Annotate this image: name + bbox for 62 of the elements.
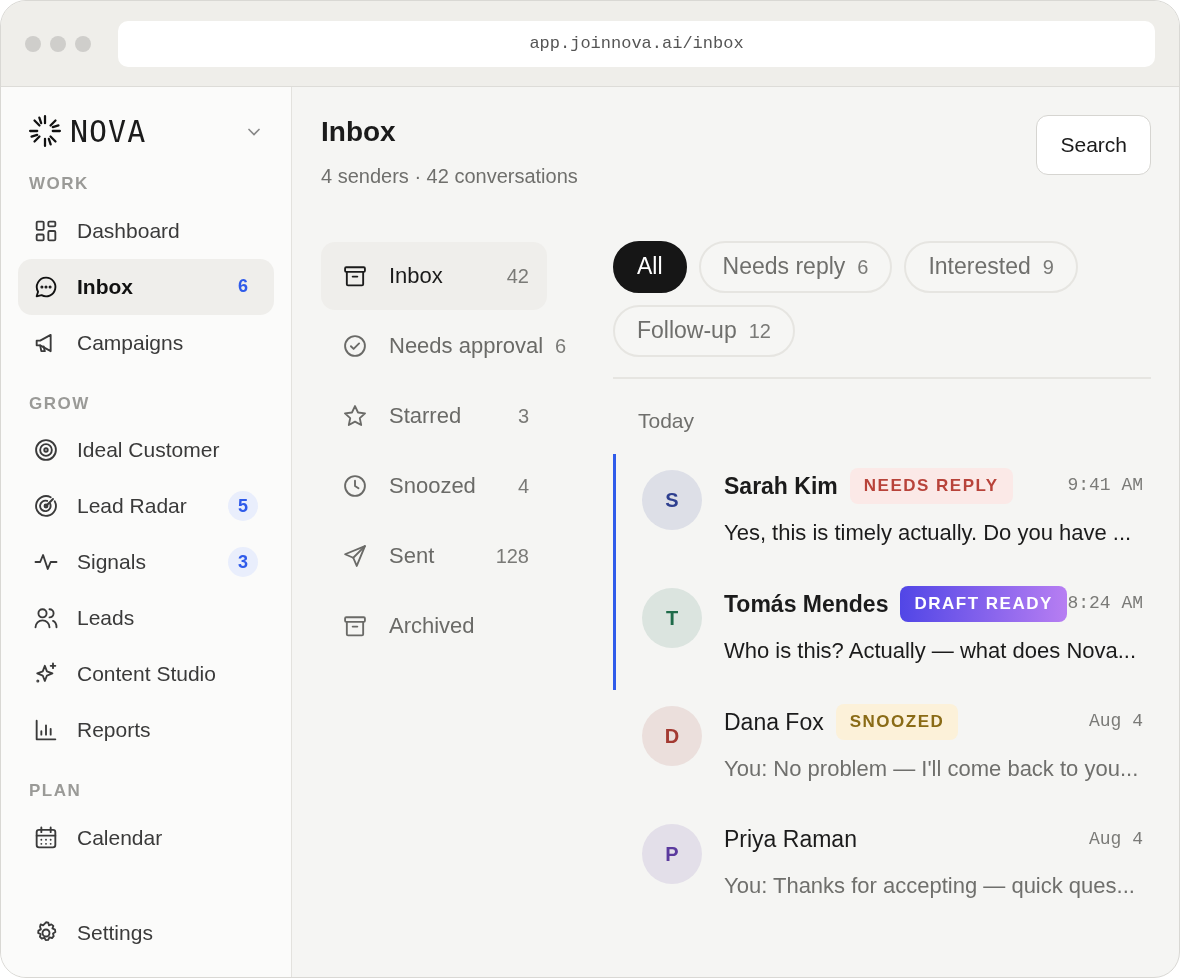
folder-item[interactable]: Starred 3 [321,381,547,450]
conversation-row[interactable]: S Sarah Kim NEEDS REPLY 9:41 AM Yes, this is timely actually. Do you have ... [613,454,1151,573]
avatar: S [642,470,702,531]
filter-chip[interactable]: All [613,240,687,293]
section-label: PLAN [28,780,83,802]
search-button[interactable]: Search [1036,115,1151,175]
radar-icon [32,492,60,520]
page-subtitle: 4 senders · 42 conversations [321,163,578,189]
timestamp: 8:24 AM [1067,592,1143,616]
brand-name: NOVA [70,112,147,151]
window-dot [25,35,41,52]
sidebar-item[interactable]: Campaigns [18,314,274,371]
window-dot [50,35,66,52]
folder-item[interactable]: Snoozed 4 [321,451,547,520]
filter-chip[interactable]: Needs reply 6 [698,240,893,293]
date-group-label: Today [613,376,1151,455]
avatar: D [642,706,702,767]
address-bar[interactable]: app.joinnova.ai/inbox [118,20,1155,67]
message-preview: You: No problem — I'll come back to you... [724,754,1140,783]
unread-count: 5 [228,491,258,521]
folder-item[interactable]: Archived [321,591,547,660]
section-label: WORK [28,173,90,195]
timestamp: 9:41 AM [1067,474,1143,498]
sidebar-item[interactable]: Leads [18,590,274,646]
sidebar-item[interactable]: Reports [18,702,274,758]
sidebar-item[interactable]: Dashboard [18,202,274,259]
logo-icon [28,114,62,148]
conversation-row[interactable]: T Tomás Mendes DRAFT READY 8:24 AM Who is this? Actually — what does Nova... [613,572,1151,691]
settings-item[interactable]: Settings [18,905,274,961]
sidebar-item[interactable]: Content Studio [18,646,274,702]
sender-name: Priya Raman [724,825,857,855]
sidebar-item[interactable]: Lead Radar 5 [18,478,274,534]
timestamp: Aug 4 [1089,710,1143,734]
filter-chip[interactable]: Interested 9 [904,240,1078,293]
section-label: GROW [28,392,91,415]
avatar: P [642,824,702,885]
filter-chip[interactable]: Follow-up 12 [613,304,795,357]
status-tag: DRAFT READY [900,586,1067,622]
avatar: T [642,588,702,649]
sender-name: Tomás Mendes [724,589,889,619]
conversation-row[interactable]: D Dana Fox SNOOZED Aug 4 You: No problem — I'll come back to you... [613,690,1151,809]
message-preview: You: Thanks for accepting — quick ques... [724,871,1136,900]
sender-name: Sarah Kim [724,471,838,501]
sidebar-item[interactable]: Calendar [18,809,274,866]
sidebar-item[interactable]: Inbox 6 [18,258,274,315]
unread-count: 3 [228,547,258,577]
page-title: Inbox [321,115,397,149]
status-tag: SNOOZED [835,704,959,740]
unread-count: 6 [237,275,249,298]
folder-item[interactable]: Needs approval 6 [321,311,585,380]
target-icon [32,436,60,464]
conversation-row[interactable]: P Priya Raman Aug 4 You: Thanks for accepting — quick ques... [613,808,1151,927]
message-preview: Yes, this is timely actually. Do you have ... [724,518,1133,547]
status-tag: NEEDS REPLY [849,468,1013,504]
folder-item[interactable]: Inbox 42 [321,241,547,310]
sidebar-item[interactable]: Signals 3 [18,534,274,590]
window-dot [75,35,91,52]
timestamp: Aug 4 [1089,827,1143,851]
sender-name: Dana Fox [724,707,824,737]
sidebar-item[interactable]: Ideal Customer [18,422,274,478]
message-preview: Who is this? Actually — what does Nova... [724,636,1138,665]
folder-item[interactable]: Sent 128 [321,521,547,590]
